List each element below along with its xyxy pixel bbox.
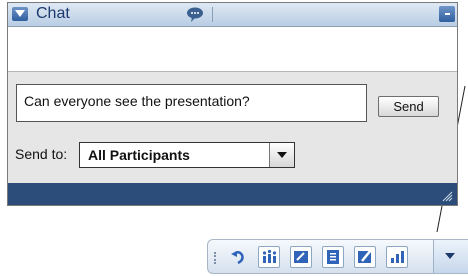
chat-title: Chat: [36, 5, 70, 22]
whiteboard-button[interactable]: [290, 246, 312, 268]
message-input[interactable]: Can everyone see the presentation?: [16, 84, 367, 122]
send-button[interactable]: Send: [378, 96, 439, 117]
toolbar-grip[interactable]: [214, 252, 218, 264]
dropdown-button[interactable]: [269, 143, 294, 167]
annotate-button[interactable]: [354, 246, 376, 268]
notes-button[interactable]: [322, 246, 344, 268]
triangle-down-icon: [15, 10, 25, 17]
chat-panel: Chat Can everyone see the presentation? …: [7, 2, 458, 206]
annotate-icon: [358, 249, 372, 263]
chat-history[interactable]: [8, 27, 457, 72]
resize-grip-icon[interactable]: [441, 190, 453, 202]
whiteboard-icon: [294, 251, 308, 263]
undo-icon: [231, 251, 244, 265]
participants-icon: [262, 249, 277, 263]
collapse-button[interactable]: [12, 7, 28, 21]
send-to-label: Send to:: [15, 146, 68, 162]
minimize-button[interactable]: [439, 6, 455, 22]
notes-icon: [327, 250, 339, 264]
undo-button[interactable]: [227, 246, 249, 268]
more-arrow-icon: [445, 253, 455, 259]
participants-button[interactable]: [258, 246, 280, 268]
more-options-button[interactable]: [433, 240, 468, 273]
chat-bubble-icon[interactable]: [186, 7, 204, 23]
status-bar: [8, 183, 457, 205]
poll-icon: [391, 251, 404, 263]
send-to-value: All Participants: [88, 147, 190, 163]
bottom-toolbar: [207, 239, 468, 274]
title-separator: [212, 7, 213, 22]
chat-titlebar: Chat: [8, 3, 457, 27]
chevron-down-icon: [277, 152, 287, 158]
poll-button[interactable]: [386, 246, 408, 268]
send-to-select[interactable]: All Participants: [79, 142, 295, 168]
